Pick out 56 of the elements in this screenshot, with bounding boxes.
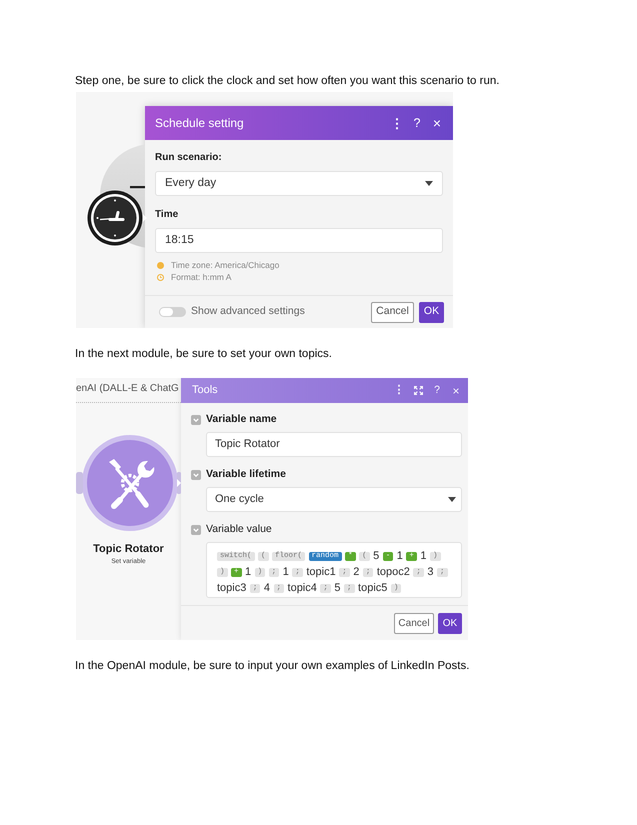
close-button[interactable]: × bbox=[431, 115, 443, 131]
expand-icon[interactable] bbox=[414, 386, 422, 395]
text-field[interactable]: Topic Rotator bbox=[206, 432, 462, 457]
formula-text: topoc2 bbox=[376, 565, 410, 580]
tools-icon bbox=[109, 459, 154, 509]
formula-text: 1 bbox=[245, 565, 252, 580]
field-label: Variable lifetime bbox=[206, 468, 286, 481]
toggle-switch[interactable] bbox=[159, 307, 186, 317]
formula-text: 1 bbox=[282, 565, 289, 580]
module-link-label: enAI (DALL-E & ChatG bbox=[76, 383, 179, 395]
info-icon bbox=[157, 262, 164, 268]
dialog-title: Schedule setting bbox=[155, 116, 245, 130]
module-node[interactable] bbox=[82, 435, 178, 531]
instruction-text: In the OpenAI module, be sure to input your own examples of LinkedIn Posts. bbox=[75, 659, 470, 673]
formula-text: topic1 bbox=[306, 565, 336, 580]
module-title: Topic Rotator bbox=[92, 543, 165, 556]
clock-icon[interactable] bbox=[87, 190, 147, 246]
clock-icon bbox=[157, 274, 164, 280]
formula-text: 3 bbox=[427, 565, 434, 580]
formula-text: 1 bbox=[420, 549, 426, 564]
field-label: Variable name bbox=[206, 413, 277, 426]
field-label: Time bbox=[155, 208, 180, 221]
chevron-down-icon[interactable] bbox=[191, 524, 201, 534]
instruction-text: Step one, be sure to click the clock and set how often you want this scenario to run. bbox=[75, 74, 500, 88]
ok-button[interactable]: OK bbox=[419, 302, 444, 322]
formula-text: topic5 bbox=[358, 581, 388, 596]
connector-handle[interactable] bbox=[76, 472, 83, 494]
formula-text: topic4 bbox=[288, 581, 317, 596]
help-button[interactable]: ? bbox=[411, 115, 423, 131]
cancel-button[interactable]: Cancel bbox=[394, 613, 434, 634]
formula-text: 5 bbox=[334, 581, 341, 596]
cancel-button[interactable]: Cancel bbox=[371, 302, 414, 322]
caret-down-icon bbox=[448, 497, 456, 502]
help-button[interactable]: ? bbox=[431, 384, 443, 398]
hint-text: Format: h:mm A bbox=[171, 272, 232, 282]
select-field[interactable]: One cycle bbox=[206, 487, 462, 512]
formula-text: 4 bbox=[264, 581, 270, 596]
select-field[interactable]: Every day bbox=[155, 171, 443, 196]
dialog-title: Tools bbox=[192, 384, 219, 397]
connector-handle[interactable] bbox=[177, 472, 181, 494]
chevron-down-icon[interactable] bbox=[191, 470, 201, 480]
close-button[interactable]: × bbox=[450, 384, 462, 398]
field-label: Variable value bbox=[206, 523, 272, 536]
more-button[interactable]: ⋮ bbox=[391, 115, 403, 131]
formula-text: 1 bbox=[396, 549, 403, 564]
instruction-text: In the next module, be sure to set your own topics. bbox=[75, 347, 333, 361]
text-field[interactable]: 18:15 bbox=[155, 228, 443, 253]
chevron-down-icon[interactable] bbox=[191, 414, 201, 424]
toggle-label: Show advanced settings bbox=[191, 304, 306, 320]
formula-text: 5 bbox=[373, 549, 380, 564]
caret-down-icon bbox=[425, 181, 433, 186]
ok-button[interactable]: OK bbox=[438, 613, 462, 634]
formula-text: 2 bbox=[353, 565, 360, 580]
field-label: Run scenario: bbox=[155, 151, 223, 164]
hint-text: Time zone: America/Chicago bbox=[171, 260, 280, 270]
formula-text: topic3 bbox=[217, 581, 246, 596]
